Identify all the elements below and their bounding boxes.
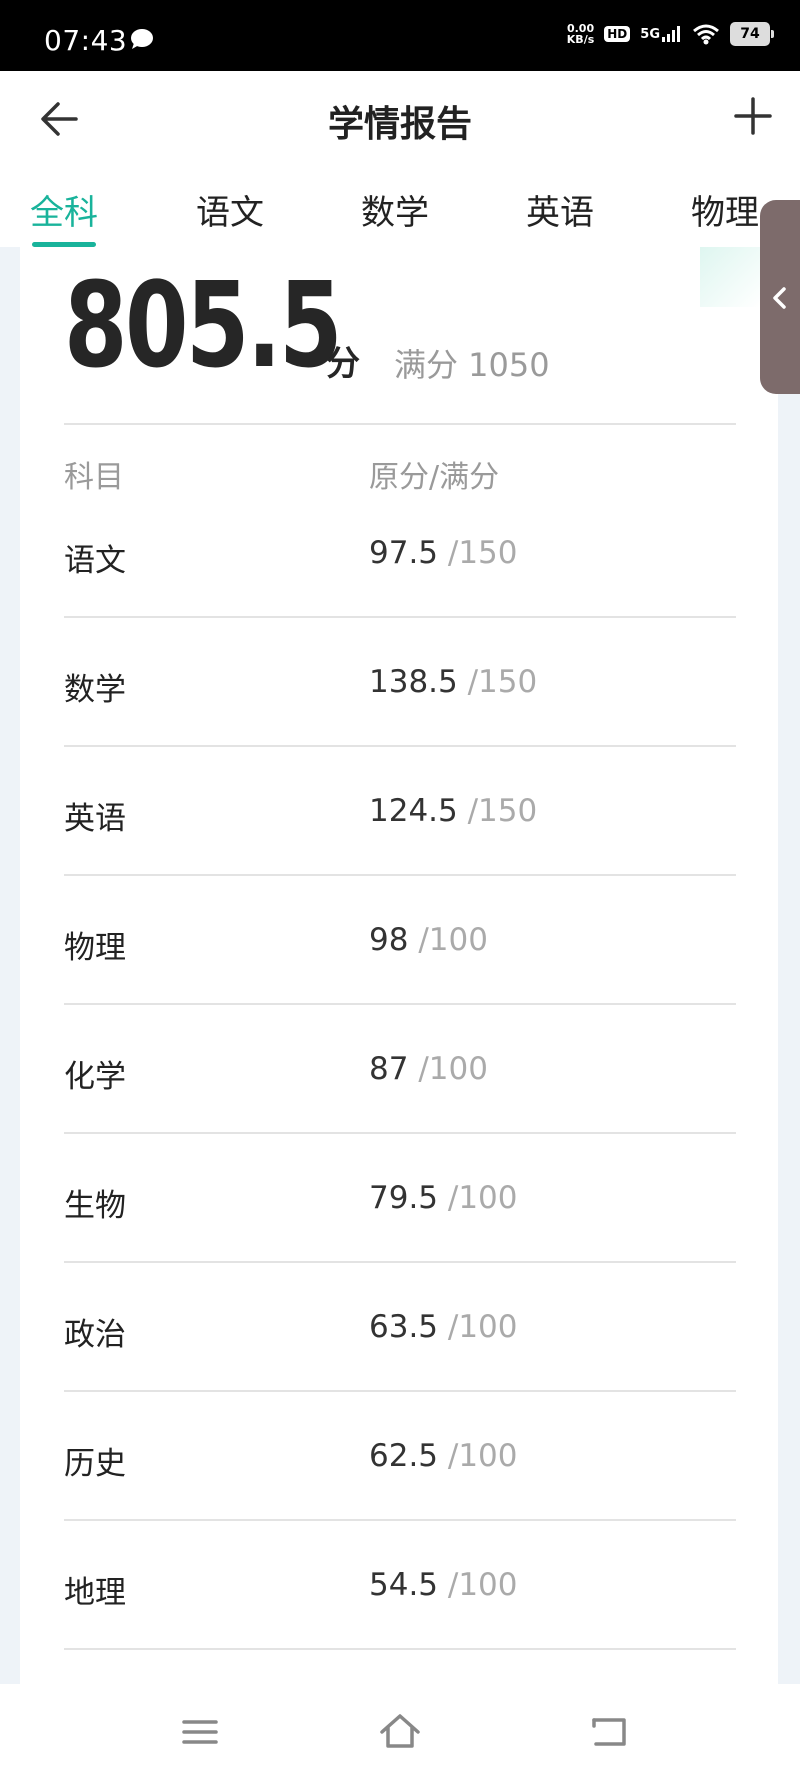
subject-score: 79.5 /100	[369, 1180, 518, 1216]
table-row: 数学 138.5 /150	[64, 618, 736, 747]
menu-icon[interactable]	[178, 1710, 222, 1754]
raw-score: 63.5	[369, 1309, 439, 1345]
table-row: 地理 54.5 /100	[64, 1521, 736, 1650]
subject-score: 87 /100	[369, 1051, 488, 1087]
subject-name: 数学	[64, 672, 126, 708]
table-row: 物理 98 /100	[64, 876, 736, 1005]
system-navigation-bar	[0, 1684, 800, 1778]
subject-name: 语文	[64, 543, 126, 579]
max-score: /100	[418, 922, 488, 958]
subject-name: 地理	[64, 1575, 126, 1611]
raw-score: 97.5	[369, 535, 439, 571]
max-score: /100	[447, 1438, 518, 1474]
score-unit: 分	[326, 344, 360, 384]
table-row: 历史 62.5 /100	[64, 1392, 736, 1521]
subject-score: 63.5 /100	[369, 1309, 518, 1345]
subject-tabs: 全科 语文 数学 英语 物理	[0, 165, 800, 247]
max-score: /150	[447, 535, 518, 571]
tab-physics[interactable]: 物理	[691, 185, 759, 234]
tab-math[interactable]: 数学	[361, 185, 429, 234]
subject-score: 97.5 /150	[369, 535, 518, 571]
status-bar: 07:43 0.00 KB/s HD 5G 74	[0, 0, 800, 71]
subject-score: 138.5 /150	[369, 664, 537, 700]
total-score: 805.5	[64, 256, 342, 394]
card-decoration	[700, 247, 760, 307]
plus-icon[interactable]	[728, 91, 778, 141]
net-speed-unit: KB/s	[566, 33, 595, 46]
wifi-icon	[693, 24, 719, 45]
raw-score: 98	[369, 922, 409, 958]
subject-name: 政治	[64, 1317, 126, 1353]
max-score: /150	[467, 664, 538, 700]
subject-name: 化学	[64, 1059, 126, 1095]
network-type: 5G	[640, 27, 660, 42]
subject-name: 生物	[64, 1188, 126, 1224]
subject-score: 62.5 /100	[369, 1438, 518, 1474]
subject-score: 124.5 /150	[369, 793, 537, 829]
max-score: /100	[447, 1309, 518, 1345]
back-nav-icon[interactable]	[588, 1710, 632, 1754]
max-score: /150	[467, 793, 538, 829]
table-row: 政治 63.5 /100	[64, 1263, 736, 1392]
subject-score: 98 /100	[369, 922, 488, 958]
signal-bars-icon	[662, 26, 680, 42]
max-score: /100	[447, 1180, 518, 1216]
cellular-signal-icon: 5G	[640, 26, 682, 42]
raw-score: 54.5	[369, 1567, 439, 1603]
status-indicators: 0.00 KB/s HD 5G 74	[567, 22, 774, 46]
full-score-label: 满分 1050	[394, 346, 550, 384]
row-divider	[64, 1648, 736, 1650]
raw-score: 62.5	[369, 1438, 439, 1474]
raw-score: 124.5	[369, 793, 458, 829]
table-row: 语文 97.5 /150	[64, 489, 736, 618]
tab-chinese[interactable]: 语文	[196, 185, 264, 234]
chevron-left-icon	[773, 287, 786, 309]
tab-all-subjects[interactable]: 全科	[30, 185, 98, 234]
tab-english[interactable]: 英语	[526, 185, 594, 234]
subject-name: 历史	[64, 1446, 126, 1482]
home-icon[interactable]	[378, 1710, 422, 1754]
chat-bubble-icon	[131, 29, 153, 49]
subject-name: 英语	[64, 801, 126, 837]
hd-icon: HD	[604, 26, 631, 42]
max-score: /100	[418, 1051, 488, 1087]
side-panel-handle[interactable]	[760, 200, 800, 394]
table-row: 英语 124.5 /150	[64, 747, 736, 876]
raw-score: 138.5	[369, 664, 458, 700]
subject-name: 物理	[64, 930, 126, 966]
divider	[64, 423, 736, 425]
table-row: 生物 79.5 /100	[64, 1134, 736, 1263]
net-speed: 0.00 KB/s	[567, 23, 594, 45]
subject-score: 54.5 /100	[369, 1567, 518, 1603]
raw-score: 87	[369, 1051, 409, 1087]
page-title: 学情报告	[327, 104, 472, 145]
raw-score: 79.5	[369, 1180, 439, 1216]
table-row: 化学 87 /100	[64, 1005, 736, 1134]
battery-icon: 74	[730, 22, 774, 46]
status-time: 07:43	[44, 24, 128, 57]
max-score: /100	[447, 1567, 518, 1603]
header: 学情报告	[0, 71, 800, 165]
